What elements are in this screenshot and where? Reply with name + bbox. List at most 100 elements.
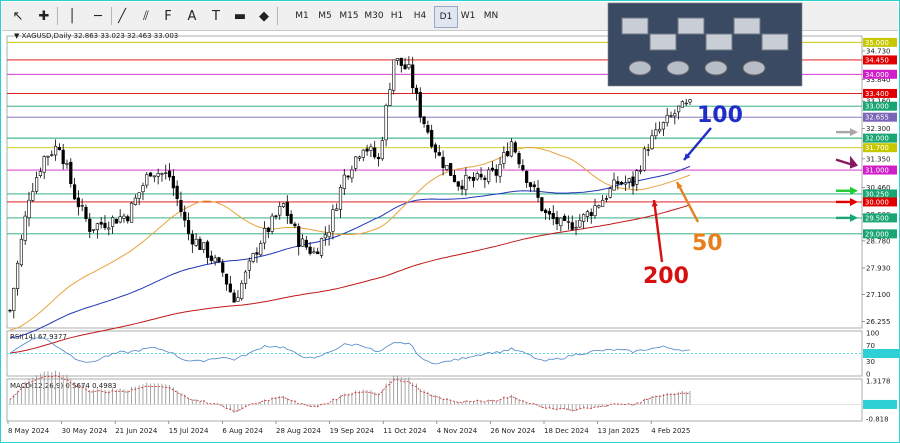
candle-body (616, 181, 620, 185)
candle-body (437, 152, 441, 156)
candle-body (133, 197, 137, 205)
candle-body (202, 242, 206, 250)
candle-body (15, 262, 20, 289)
candle-body (122, 215, 126, 219)
candle-body (88, 218, 92, 232)
candle-body (76, 197, 80, 208)
candle-body (289, 213, 293, 224)
candle-body (604, 198, 609, 200)
chart-symbol-header: ▼ XAGUSD,Daily 32.863 33.023 32.463 33.0… (14, 32, 178, 40)
time-axis-label: 11 Oct 2024 (383, 427, 427, 435)
candle-body (578, 219, 582, 228)
side-level-arrow-head (850, 197, 858, 206)
candle-body (517, 153, 521, 165)
level-price-label: 32.000 (865, 135, 889, 143)
candle-body (456, 181, 460, 187)
candle-body (559, 217, 563, 227)
candle-body (547, 211, 552, 215)
candle-body (34, 177, 39, 192)
time-axis-label: 28 Aug 2024 (276, 427, 321, 435)
macd-axis-label: 1.3178 (866, 378, 891, 386)
candle-body (179, 200, 183, 213)
candle-body (156, 173, 160, 177)
candle-body (243, 271, 248, 284)
candle-body (509, 141, 514, 157)
candle-body (19, 238, 23, 266)
annotation-label-50: 50 (692, 231, 723, 256)
candle-body (639, 170, 643, 172)
candle-body (521, 165, 525, 171)
candle-body (312, 251, 316, 254)
candle-body (487, 169, 491, 182)
macd-zero-tag (863, 399, 897, 409)
candle-body (688, 99, 692, 103)
candle-body (376, 156, 381, 160)
price-axis-tick-label: 31.350 (866, 155, 891, 163)
candle-body (297, 226, 301, 247)
side-level-arrow-head (850, 213, 858, 222)
candle-body (460, 185, 464, 190)
candle-body (563, 215, 567, 221)
price-axis-tick-label: 27.930 (866, 265, 891, 273)
candle-body (46, 155, 50, 158)
candle-body (582, 214, 586, 222)
candle-body (498, 164, 502, 177)
level-price-label: 33.400 (865, 90, 889, 98)
level-price-label: 29.500 (865, 214, 889, 222)
candle-body (464, 174, 468, 191)
candle-body (620, 182, 624, 185)
candle-body (612, 179, 616, 191)
candle-body (217, 257, 221, 263)
candle-body (635, 170, 639, 185)
annotation-label-100: 100 (697, 103, 743, 128)
candle-body (422, 116, 426, 125)
candle-body (338, 187, 343, 210)
candle-body (357, 156, 362, 159)
candle-body (380, 140, 384, 160)
level-price-label: 32.655 (865, 114, 889, 122)
side-level-arrow-head (850, 128, 858, 137)
silver-bar-shape (761, 33, 789, 51)
candle-body (224, 273, 229, 285)
candle-body (99, 221, 103, 225)
candle-body (654, 129, 658, 137)
candle-body (601, 199, 605, 207)
candle-body (631, 176, 635, 187)
candle-body (513, 142, 517, 153)
rsi-label: RSI(14) 67.9377 (10, 333, 67, 341)
candle-body (266, 227, 270, 233)
rsi-level-tag (863, 349, 899, 358)
candle-body (183, 211, 187, 221)
candle-body (673, 113, 677, 117)
candle-body (57, 146, 61, 151)
candle-body (608, 188, 612, 198)
candle-body (540, 197, 544, 211)
silver-bar-shape (705, 33, 733, 51)
candle-body (494, 169, 498, 176)
candle-body (319, 238, 324, 256)
candle-body (350, 169, 354, 179)
candle-body (544, 209, 548, 214)
candle-body (646, 149, 650, 151)
candle-body (145, 174, 149, 186)
time-axis-label: 18 Dec 2024 (544, 427, 589, 435)
candle-body (323, 234, 327, 239)
candle-body (433, 144, 438, 153)
level-price-label: 33.000 (865, 103, 889, 111)
candle-body (327, 231, 331, 238)
silver-coin-shape (742, 60, 766, 76)
rsi-axis-label: 70 (866, 342, 875, 350)
silver-bar-shape (649, 33, 677, 51)
level-price-label: 29.000 (865, 230, 889, 238)
candle-body (8, 309, 12, 312)
candle-body (221, 262, 225, 273)
candle-body (164, 172, 168, 174)
level-price-label: 35.000 (865, 39, 889, 47)
candle-body (274, 215, 278, 217)
candle-body (190, 234, 194, 245)
candle-body (316, 251, 320, 255)
candle-body (399, 57, 403, 66)
candle-body (262, 228, 267, 244)
candle-body (658, 128, 662, 132)
price-axis-tick-label: 32.300 (866, 125, 891, 133)
